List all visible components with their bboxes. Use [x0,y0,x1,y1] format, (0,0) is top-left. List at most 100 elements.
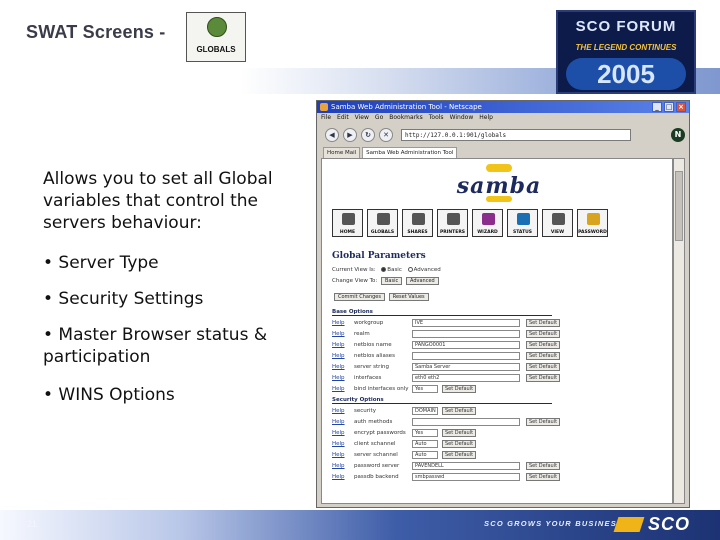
option-input[interactable] [412,352,520,360]
home-icon[interactable]: HOME [332,209,363,237]
tab-bar: Home Mail Samba Web Administration Tool [319,147,689,158]
option-name: server string [354,364,389,370]
radio-advanced[interactable] [407,267,413,272]
set-default-button[interactable]: Set Default [442,407,477,415]
set-default-button[interactable]: Set Default [526,319,561,327]
swat-page: samba HOME GLOBALS SHARES PRINTERS WIZAR… [321,158,673,504]
menu-bookmarks[interactable]: Bookmarks [389,114,423,124]
tab-swat[interactable]: Samba Web Administration Tool [362,147,458,158]
set-default-button[interactable]: Set Default [526,473,561,481]
tab-home-mail[interactable]: Home Mail [323,147,361,158]
stop-icon[interactable]: ✕ [379,128,393,142]
option-select[interactable]: DOMAIN [412,407,438,415]
option-name: passdb backend [354,474,399,480]
globals-badge: GLOBALS [186,12,246,62]
menu-go[interactable]: Go [375,114,383,124]
help-link[interactable]: Help [332,319,345,328]
reset-values-button[interactable]: Reset Values [388,293,429,301]
scrollbar-thumb[interactable] [675,171,683,241]
help-link[interactable]: Help [332,385,345,394]
radio-basic[interactable] [381,267,387,272]
page-scrollbar[interactable] [673,158,685,504]
help-link[interactable]: Help [332,440,345,449]
status-icon[interactable]: STATUS [507,209,538,237]
url-field[interactable]: http://127.0.0.1:901/globals [401,129,631,141]
help-link[interactable]: Help [332,418,345,427]
wizard-icon[interactable]: WIZARD [472,209,503,237]
option-row: Help realm Set Default [332,330,562,340]
window-title: Samba Web Administration Tool - Netscape [331,103,482,111]
set-default-button[interactable]: Set Default [526,330,561,338]
reload-icon[interactable]: ↻ [361,128,375,142]
option-row: Help password server PAVENDELL Set Default [332,462,562,472]
option-row: Help security DOMAIN Set Default [332,407,562,417]
set-default-button[interactable]: Set Default [526,462,561,470]
option-select[interactable]: Yes [412,429,438,437]
option-input[interactable]: PANGO0001 [412,341,520,349]
set-default-button[interactable]: Set Default [442,429,477,437]
advanced-button[interactable]: Advanced [406,277,439,285]
set-default-button[interactable]: Set Default [526,418,561,426]
help-link[interactable]: Help [332,451,345,460]
option-input[interactable]: Samba Server [412,363,520,371]
shares-icon[interactable]: SHARES [402,209,433,237]
set-default-button[interactable]: Set Default [526,341,561,349]
option-name: security [354,408,376,414]
menu-edit[interactable]: Edit [337,114,349,124]
commit-changes-button[interactable]: Commit Changes [334,293,385,301]
help-link[interactable]: Help [332,374,345,383]
samba-logo: samba [452,164,546,202]
option-input[interactable]: smbpasswd [412,473,520,481]
menu-file[interactable]: File [321,114,331,124]
option-select[interactable]: Auto [412,440,438,448]
base-options-heading: Base Options [332,309,552,316]
help-link[interactable]: Help [332,352,345,361]
set-default-button[interactable]: Set Default [526,374,561,382]
global-parameters-heading: Global Parameters [332,251,426,261]
help-link[interactable]: Help [332,330,345,339]
set-default-button[interactable]: Set Default [526,352,561,360]
minimize-button[interactable]: _ [652,102,662,112]
menu-help[interactable]: Help [479,114,493,124]
option-input[interactable]: PAVENDELL [412,462,520,470]
menu-view[interactable]: View [355,114,369,124]
sco-mark-icon [613,517,645,532]
option-input[interactable] [412,418,520,426]
option-row: Help workgroup IVE Set Default [332,319,562,329]
set-default-button[interactable]: Set Default [442,385,477,393]
help-link[interactable]: Help [332,407,345,416]
forward-icon[interactable]: ▶ [343,128,357,142]
option-input[interactable]: eth0 eth2 [412,374,520,382]
menu-window[interactable]: Window [450,114,474,124]
option-select[interactable]: Auto [412,451,438,459]
window-title-bar: Samba Web Administration Tool - Netscape… [317,101,689,113]
help-link[interactable]: Help [332,363,345,372]
radio-basic-label: Basic [387,267,402,273]
back-icon[interactable]: ◀ [325,128,339,142]
option-input[interactable]: IVE [412,319,520,327]
option-row: Help netbios aliases Set Default [332,352,562,362]
sco-tagline: SCO GROWS YOUR BUSINESS [484,519,624,528]
menu-tools[interactable]: Tools [429,114,444,124]
current-view-row: Current View Is: Basic Advanced [332,267,441,273]
help-link[interactable]: Help [332,429,345,438]
set-default-button[interactable]: Set Default [526,363,561,371]
slide-number: 21 [27,519,38,529]
view-icon[interactable]: VIEW [542,209,573,237]
set-default-button[interactable]: Set Default [442,451,477,459]
maximize-button[interactable]: □ [664,102,674,112]
printers-icon[interactable]: PRINTERS [437,209,468,237]
basic-button[interactable]: Basic [381,277,403,285]
option-input[interactable] [412,330,520,338]
option-name: netbios name [354,342,392,348]
samba-dancer-bottom [486,196,512,202]
globals-icon[interactable]: GLOBALS [367,209,398,237]
help-link[interactable]: Help [332,473,345,482]
option-select[interactable]: Yes [412,385,438,393]
set-default-button[interactable]: Set Default [442,440,477,448]
option-name: realm [354,331,370,337]
close-button[interactable]: × [676,102,686,112]
help-link[interactable]: Help [332,462,345,471]
password-icon[interactable]: PASSWORD [577,209,608,237]
help-link[interactable]: Help [332,341,345,350]
